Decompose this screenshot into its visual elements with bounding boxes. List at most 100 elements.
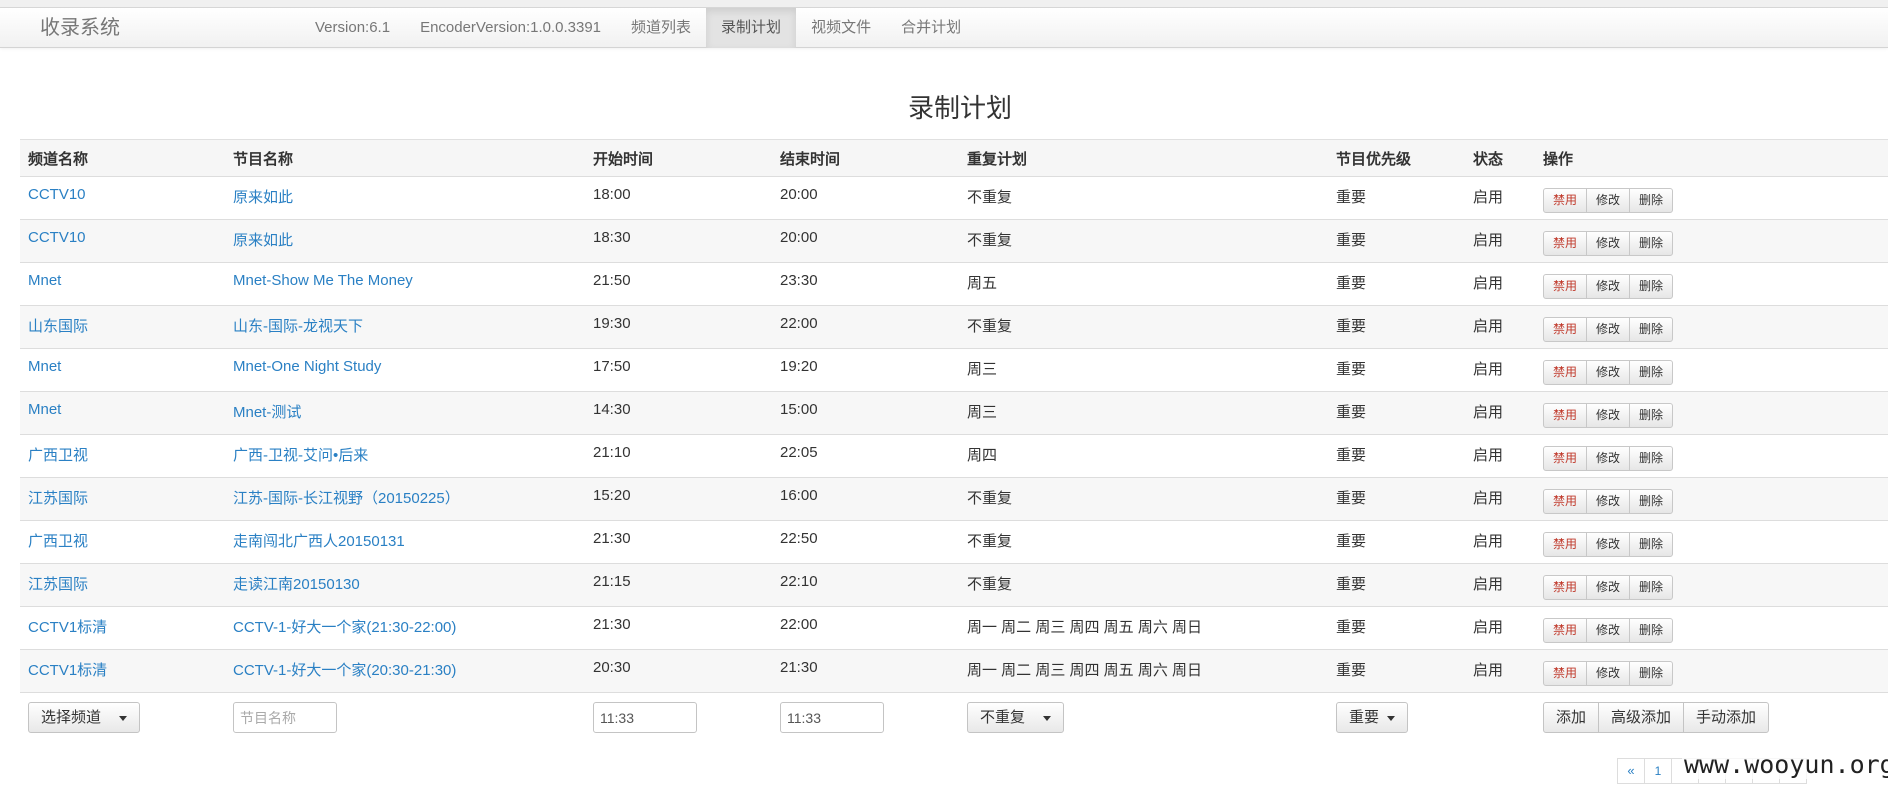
disable-button[interactable]: 禁用 <box>1543 317 1588 342</box>
channel-link[interactable]: CCTV1标清 <box>28 619 107 636</box>
delete-button[interactable]: 删除 <box>1629 532 1674 557</box>
channel-link[interactable]: CCTV1标清 <box>28 662 107 679</box>
nav-video-files[interactable]: 视频文件 <box>796 8 886 48</box>
delete-button[interactable]: 删除 <box>1629 231 1674 256</box>
program-link[interactable]: Mnet-Show Me The Money <box>233 272 413 289</box>
repeat-select-label: 不重复 <box>980 709 1026 726</box>
program-link[interactable]: Mnet-One Night Study <box>233 358 381 375</box>
edit-button[interactable]: 修改 <box>1586 489 1631 514</box>
channel-select[interactable]: 选择频道 <box>28 702 141 733</box>
program-link[interactable]: 走南闯北广西人20150131 <box>233 533 405 550</box>
main-nav: Version:6.1 EncoderVersion:1.0.0.3391 频道… <box>300 8 976 48</box>
row-action-group: 禁用 修改 删除 <box>1543 532 1674 557</box>
delete-button[interactable]: 删除 <box>1629 317 1674 342</box>
cell-priority: 重要 <box>1328 219 1465 263</box>
priority-select[interactable]: 重要 <box>1336 702 1409 733</box>
disable-button[interactable]: 禁用 <box>1543 575 1588 600</box>
end-time: 15:00 <box>780 401 818 418</box>
cell-actions: 禁用 修改 删除 <box>1535 176 1888 220</box>
edit-button[interactable]: 修改 <box>1586 532 1631 557</box>
edit-button[interactable]: 修改 <box>1586 317 1631 342</box>
channel-link[interactable]: 广西卫视 <box>28 447 88 464</box>
header-program: 节目名称 <box>225 139 585 177</box>
row-action-group: 禁用 修改 删除 <box>1543 360 1674 385</box>
disable-button[interactable]: 禁用 <box>1543 661 1588 686</box>
nav-recording-plan[interactable]: 录制计划 <box>706 8 797 48</box>
start-time: 21:10 <box>593 444 631 461</box>
edit-button[interactable]: 修改 <box>1586 274 1631 299</box>
delete-button[interactable]: 删除 <box>1629 618 1674 643</box>
end-time-input[interactable] <box>780 702 884 733</box>
program-link[interactable]: 广西-卫视-艾问•后来 <box>233 447 368 464</box>
row-action-group: 禁用 修改 删除 <box>1543 489 1674 514</box>
cell-repeat-plan: 不重复 <box>959 563 1328 607</box>
edit-button[interactable]: 修改 <box>1586 360 1631 385</box>
disable-button[interactable]: 禁用 <box>1543 360 1588 385</box>
delete-button[interactable]: 删除 <box>1629 575 1674 600</box>
edit-button[interactable]: 修改 <box>1586 188 1631 213</box>
channel-link[interactable]: CCTV10 <box>28 186 86 203</box>
disable-button[interactable]: 禁用 <box>1543 403 1588 428</box>
edit-button[interactable]: 修改 <box>1586 446 1631 471</box>
delete-button[interactable]: 删除 <box>1629 661 1674 686</box>
advanced-add-button[interactable]: 高级添加 <box>1598 702 1685 733</box>
edit-button[interactable]: 修改 <box>1586 618 1631 643</box>
program-link[interactable]: CCTV-1-好大一个家(21:30-22:00) <box>233 619 456 636</box>
disable-button[interactable]: 禁用 <box>1543 489 1588 514</box>
program-name-input[interactable] <box>233 702 337 733</box>
delete-button[interactable]: 删除 <box>1629 188 1674 213</box>
repeat-select[interactable]: 不重复 <box>967 702 1065 733</box>
channel-link[interactable]: 江苏国际 <box>28 576 88 593</box>
delete-button[interactable]: 删除 <box>1629 489 1674 514</box>
edit-button[interactable]: 修改 <box>1586 231 1631 256</box>
app-brand[interactable]: 收录系统 <box>40 8 120 48</box>
edit-button[interactable]: 修改 <box>1586 575 1631 600</box>
repeat-plan: 周五 <box>967 275 998 292</box>
nav-channel-list[interactable]: 频道列表 <box>616 8 706 48</box>
channel-link[interactable]: 山东国际 <box>28 318 88 335</box>
status: 启用 <box>1473 533 1504 550</box>
channel-link[interactable]: CCTV10 <box>28 229 86 246</box>
program-link[interactable]: Mnet-测试 <box>233 404 301 421</box>
channel-link[interactable]: Mnet <box>28 358 61 375</box>
repeat-plan: 不重复 <box>967 189 1013 206</box>
cell-start-time: 21:50 <box>585 262 772 306</box>
edit-button[interactable]: 修改 <box>1586 661 1631 686</box>
disable-button[interactable]: 禁用 <box>1543 446 1588 471</box>
cell-status: 启用 <box>1465 649 1535 693</box>
disable-button[interactable]: 禁用 <box>1543 532 1588 557</box>
delete-button[interactable]: 删除 <box>1629 446 1674 471</box>
channel-link[interactable]: Mnet <box>28 272 61 289</box>
program-link[interactable]: 原来如此 <box>233 232 293 249</box>
header-repeat: 重复计划 <box>959 139 1328 177</box>
delete-button[interactable]: 删除 <box>1629 274 1674 299</box>
delete-button[interactable]: 删除 <box>1629 403 1674 428</box>
start-time: 15:20 <box>593 487 631 504</box>
channel-link[interactable]: Mnet <box>28 401 61 418</box>
disable-button[interactable]: 禁用 <box>1543 274 1588 299</box>
delete-button[interactable]: 删除 <box>1629 360 1674 385</box>
program-link[interactable]: 江苏-国际-长江视野（20150225） <box>233 490 460 507</box>
program-link[interactable]: CCTV-1-好大一个家(20:30-21:30) <box>233 662 456 679</box>
start-time-input[interactable] <box>593 702 697 733</box>
pagination-page-1[interactable]: 1 <box>1644 758 1672 784</box>
program-link[interactable]: 原来如此 <box>233 189 293 206</box>
program-link[interactable]: 山东-国际-龙视天下 <box>233 318 363 335</box>
pagination-prev[interactable]: « <box>1617 758 1645 784</box>
disable-button[interactable]: 禁用 <box>1543 618 1588 643</box>
priority: 重要 <box>1336 361 1367 378</box>
end-time: 20:00 <box>780 186 818 203</box>
program-link[interactable]: 走读江南20150130 <box>233 576 360 593</box>
channel-link[interactable]: 广西卫视 <box>28 533 88 550</box>
channel-link[interactable]: 江苏国际 <box>28 490 88 507</box>
disable-button[interactable]: 禁用 <box>1543 188 1588 213</box>
cell-start-time: 21:15 <box>585 563 772 607</box>
add-button[interactable]: 添加 <box>1543 702 1600 733</box>
disable-button[interactable]: 禁用 <box>1543 231 1588 256</box>
table-header-row: 频道名称 节目名称 开始时间 结束时间 重复计划 节目优先级 状态 操作 <box>20 139 1888 177</box>
cell-program-link: 江苏-国际-长江视野（20150225） <box>225 477 585 521</box>
repeat-plan: 不重复 <box>967 576 1013 593</box>
nav-merge-plan[interactable]: 合并计划 <box>886 8 976 48</box>
edit-button[interactable]: 修改 <box>1586 403 1631 428</box>
manual-add-button[interactable]: 手动添加 <box>1683 702 1770 733</box>
